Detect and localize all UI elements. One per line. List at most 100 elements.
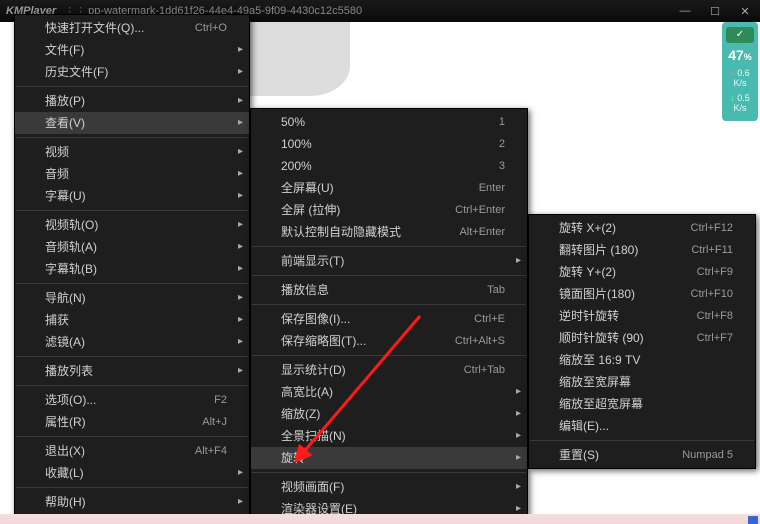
menu-item-accelerator: Ctrl+F8 xyxy=(667,305,733,327)
main-menu-item[interactable]: 文件(F) xyxy=(15,39,249,61)
main-menu-divider xyxy=(16,487,248,488)
menu-item-accelerator: Ctrl+F12 xyxy=(661,217,734,239)
main-menu-item[interactable]: 历史文件(F) xyxy=(15,61,249,83)
menu-item-label: 旋转 xyxy=(281,447,305,469)
main-menu-item[interactable]: 字幕(U) xyxy=(15,185,249,207)
close-button[interactable]: ✕ xyxy=(730,5,760,18)
menu-item-accelerator: Ctrl+Alt+S xyxy=(425,330,505,352)
rotate-menu-item[interactable]: 逆时针旋转 Ctrl+F8 xyxy=(529,305,755,327)
main-menu-item[interactable]: 收藏(L) xyxy=(15,462,249,484)
submenu-view[interactable]: 50% 1100%2200% 3 全屏幕(U) Enter 全屏 (拉伸) Ctrl+Ent… xyxy=(250,108,528,523)
rotate-menu-item[interactable]: 缩放至 16:9 TV xyxy=(529,349,755,371)
main-menu-item[interactable]: 播放列表 xyxy=(15,360,249,382)
main-menu-item[interactable]: 视频 xyxy=(15,141,249,163)
menu-item-label: 历史文件(F) xyxy=(45,61,108,83)
menu-item-accelerator: 3 xyxy=(469,155,505,177)
view-menu-item[interactable]: 播放信息Tab xyxy=(251,279,527,301)
main-menu-item[interactable]: 快速打开文件(Q)...Ctrl+O xyxy=(15,17,249,39)
main-menu-item[interactable]: 帮助(H) xyxy=(15,491,249,513)
view-menu-item[interactable]: 默认控制自动隐藏模式 Alt+Enter xyxy=(251,221,527,243)
menu-item-label: 音频轨(A) xyxy=(45,236,97,258)
context-menu-main[interactable]: 快速打开文件(Q)...Ctrl+O文件(F)历史文件(F) 播放(P)查看(V)… xyxy=(14,14,250,516)
menu-item-accelerator: Ctrl+E xyxy=(444,308,505,330)
menu-item-label: 全屏幕(U) xyxy=(281,177,334,199)
main-menu-item[interactable]: 视频轨(O) xyxy=(15,214,249,236)
submenu-rotate[interactable]: 旋转 X+(2)Ctrl+F12翻转图片 (180)Ctrl+F11旋转 Y+(… xyxy=(528,214,756,469)
view-menu-item[interactable]: 旋转 xyxy=(251,447,527,469)
rotate-menu-item[interactable]: 重置(S)Numpad 5 xyxy=(529,444,755,466)
menu-item-label: 全屏 (拉伸) xyxy=(281,199,340,221)
main-menu-divider xyxy=(16,436,248,437)
minimize-button[interactable]: — xyxy=(670,5,700,18)
menu-item-label: 编辑(E)... xyxy=(559,415,609,437)
main-menu-item[interactable]: 播放(P) xyxy=(15,90,249,112)
rotate-menu-item[interactable]: 镜面图片(180) Ctrl+F10 xyxy=(529,283,755,305)
rotate-menu-item[interactable]: 顺时针旋转 (90)Ctrl+F7 xyxy=(529,327,755,349)
menu-item-label: 视频画面(F) xyxy=(281,476,344,498)
view-menu-item[interactable]: 前端显示(T) xyxy=(251,250,527,272)
main-menu-item[interactable]: 音频 xyxy=(15,163,249,185)
view-menu-item[interactable]: 200% 3 xyxy=(251,155,527,177)
view-menu-item[interactable]: 保存缩略图(T)... Ctrl+Alt+S xyxy=(251,330,527,352)
main-menu-item[interactable]: 音频轨(A) xyxy=(15,236,249,258)
menu-item-accelerator: Ctrl+Enter xyxy=(425,199,505,221)
menu-item-label: 字幕(U) xyxy=(45,185,86,207)
view-menu-item[interactable]: 视频画面(F) xyxy=(251,476,527,498)
view-menu-item[interactable]: 100%2 xyxy=(251,133,527,155)
main-menu-item[interactable]: 选项(O)...F2 xyxy=(15,389,249,411)
menu-item-label: 属性(R) xyxy=(45,411,86,433)
view-menu-divider xyxy=(252,275,526,276)
arrow-down-icon: ↓ xyxy=(730,93,735,103)
main-menu-item[interactable]: 查看(V) xyxy=(15,112,249,134)
view-menu-item[interactable]: 全屏 (拉伸) Ctrl+Enter xyxy=(251,199,527,221)
menu-item-accelerator: Alt+Enter xyxy=(429,221,505,243)
menu-item-accelerator: Alt+F4 xyxy=(165,440,227,462)
rotate-menu-item[interactable]: 编辑(E)... xyxy=(529,415,755,437)
menu-item-accelerator: Tab xyxy=(457,279,505,301)
main-menu-divider xyxy=(16,137,248,138)
main-menu-item[interactable]: 导航(N) xyxy=(15,287,249,309)
menu-item-accelerator: F2 xyxy=(184,389,227,411)
menu-item-label: 显示统计(D) xyxy=(281,359,346,381)
menu-item-label: 顺时针旋转 (90) xyxy=(559,327,644,349)
menu-item-accelerator: Ctrl+F10 xyxy=(661,283,734,305)
menu-item-label: 缩放(Z) xyxy=(281,403,320,425)
rotate-menu-item[interactable]: 缩放至超宽屏幕 xyxy=(529,393,755,415)
view-menu-item[interactable]: 显示统计(D)Ctrl+Tab xyxy=(251,359,527,381)
main-menu-item[interactable]: 退出(X)Alt+F4 xyxy=(15,440,249,462)
rotate-menu-item[interactable]: 旋转 X+(2)Ctrl+F12 xyxy=(529,217,755,239)
menu-item-label: 视频 xyxy=(45,141,69,163)
main-menu-item[interactable]: 滤镜(A) xyxy=(15,331,249,353)
rotate-menu-item[interactable]: 旋转 Y+(2)Ctrl+F9 xyxy=(529,261,755,283)
menu-item-accelerator: Enter xyxy=(449,177,505,199)
view-menu-item[interactable]: 缩放(Z) xyxy=(251,403,527,425)
menu-item-label: 50% xyxy=(281,111,305,133)
main-menu-item[interactable]: 字幕轨(B) xyxy=(15,258,249,280)
menu-item-label: 逆时针旋转 xyxy=(559,305,619,327)
view-menu-item[interactable]: 保存图像(I)...Ctrl+E xyxy=(251,308,527,330)
view-menu-item[interactable]: 高宽比(A) xyxy=(251,381,527,403)
arrow-up-icon: ↑ xyxy=(730,68,735,78)
menu-item-label: 镜面图片(180) xyxy=(559,283,635,305)
menu-item-label: 捕获 xyxy=(45,309,69,331)
menu-item-label: 视频轨(O) xyxy=(45,214,98,236)
main-menu-divider xyxy=(16,86,248,87)
view-menu-item[interactable]: 50% 1 xyxy=(251,111,527,133)
network-widget[interactable]: ✓ 47% ↑ 0.6K/s ↓ 0.5K/s xyxy=(722,22,758,121)
menu-item-label: 默认控制自动隐藏模式 xyxy=(281,221,401,243)
percent-value: 47% xyxy=(722,47,758,63)
menu-item-label: 200% xyxy=(281,155,312,177)
maximize-button[interactable]: ☐ xyxy=(700,5,730,18)
menu-item-accelerator: 1 xyxy=(469,111,505,133)
rotate-menu-item[interactable]: 缩放至宽屏幕 xyxy=(529,371,755,393)
window-buttons: — ☐ ✕ xyxy=(670,5,760,18)
menu-item-accelerator: Ctrl+F9 xyxy=(667,261,733,283)
menu-item-accelerator: Ctrl+F11 xyxy=(661,239,733,261)
main-menu-item[interactable]: 属性(R)Alt+J xyxy=(15,411,249,433)
menu-item-label: 保存缩略图(T)... xyxy=(281,330,366,352)
main-menu-item[interactable]: 捕获 xyxy=(15,309,249,331)
view-menu-item[interactable]: 全景扫描(N) xyxy=(251,425,527,447)
menu-item-label: 缩放至超宽屏幕 xyxy=(559,393,643,415)
view-menu-item[interactable]: 全屏幕(U) Enter xyxy=(251,177,527,199)
rotate-menu-item[interactable]: 翻转图片 (180)Ctrl+F11 xyxy=(529,239,755,261)
